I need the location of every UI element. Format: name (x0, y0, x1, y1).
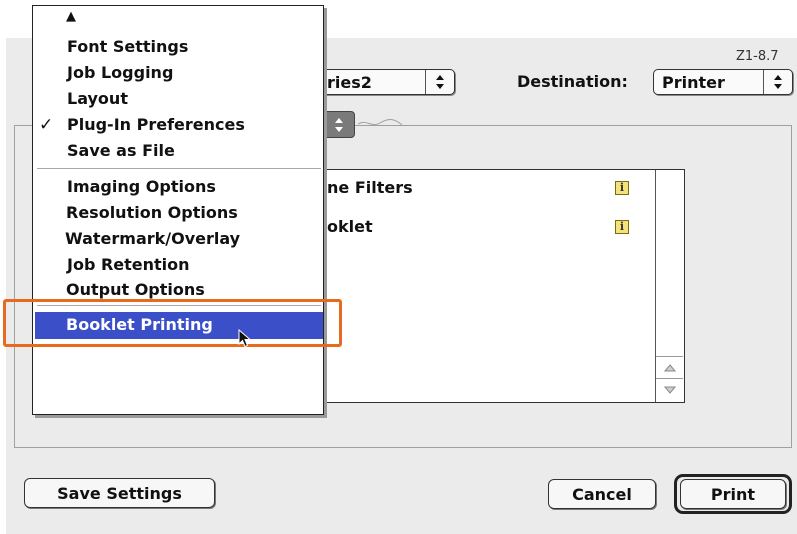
group-border-squiggle (358, 119, 403, 126)
updown-arrows-icon (425, 70, 454, 94)
menu-item-plug-in-preferences[interactable]: Plug-In Preferences (67, 115, 245, 134)
updown-arrows-icon (763, 70, 792, 94)
menu-item-output-options[interactable]: Output Options (66, 280, 205, 299)
menu-item-save-as-file[interactable]: Save as File (67, 141, 175, 160)
destination-popup-value: Printer (662, 73, 725, 92)
menu-scroll-up-icon[interactable]: ▲ (66, 9, 76, 24)
list-item[interactable]: oklet (327, 217, 373, 236)
callout-highlight-box (3, 299, 342, 347)
menu-separator (37, 168, 321, 169)
menu-item-resolution-options[interactable]: Resolution Options (66, 203, 238, 222)
list-item[interactable]: ne Filters (327, 178, 413, 197)
panel-menu: ▲ Font Settings Job Logging Layout ✓ Plu… (32, 5, 324, 415)
mouse-pointer-icon (238, 329, 252, 348)
version-label: Z1-8.7 (736, 49, 779, 64)
print-button-default-ring: Print (674, 474, 792, 514)
info-icon[interactable]: i (615, 220, 629, 234)
printer-popup-value: ries2 (327, 73, 372, 92)
menu-item-imaging-options[interactable]: Imaging Options (67, 177, 216, 196)
cancel-button[interactable]: Cancel (548, 479, 656, 509)
scroll-up-arrow-icon[interactable] (656, 356, 683, 379)
save-settings-button[interactable]: Save Settings (24, 478, 215, 508)
menu-item-job-retention[interactable]: Job Retention (67, 255, 190, 274)
menu-item-font-settings[interactable]: Font Settings (67, 37, 188, 56)
print-button[interactable]: Print (680, 479, 786, 509)
menu-item-layout[interactable]: Layout (67, 89, 128, 108)
scroll-down-arrow-icon[interactable] (656, 378, 683, 401)
info-icon[interactable]: i (615, 181, 629, 195)
menu-item-watermark-overlay[interactable]: Watermark/Overlay (65, 229, 240, 248)
section-popup-button[interactable] (323, 111, 355, 138)
plugin-list[interactable]: ne Filters i oklet i (300, 169, 685, 403)
menu-item-job-logging[interactable]: Job Logging (67, 63, 173, 82)
checkmark-icon: ✓ (39, 115, 54, 135)
destination-popup[interactable]: Printer (653, 69, 793, 95)
list-scrollbar[interactable] (655, 170, 683, 402)
destination-label: Destination: (517, 72, 628, 91)
